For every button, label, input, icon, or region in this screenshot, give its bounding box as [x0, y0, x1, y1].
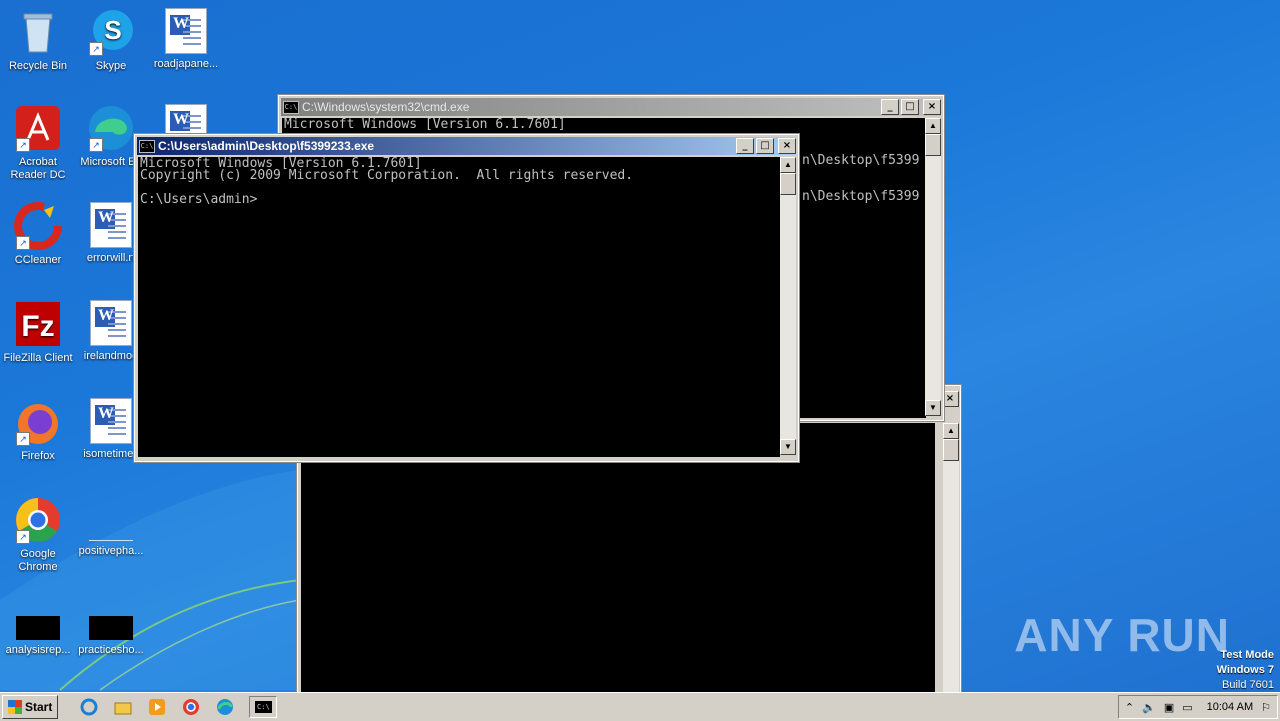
edge-icon: ↗: [87, 104, 135, 152]
scroll-thumb[interactable]: [925, 134, 941, 156]
skype-icon: S ↗: [87, 8, 135, 56]
network-icon[interactable]: ▣: [1164, 701, 1174, 714]
scroll-up-icon[interactable]: ▲: [925, 118, 941, 134]
clock[interactable]: 10:04 AM: [1207, 701, 1253, 713]
power-icon[interactable]: ▭: [1182, 701, 1192, 714]
build-line: Build 7601: [1222, 679, 1274, 691]
windows-logo-icon: [8, 700, 22, 714]
word-document-icon: [90, 300, 132, 346]
desktop-icon-firefox[interactable]: ↗ Firefox: [0, 398, 76, 463]
desktop-icon-chrome[interactable]: ↗ Google Chrome: [0, 496, 76, 574]
cmd-window-front[interactable]: C:\ C:\Users\admin\Desktop\f5399233.exe …: [133, 133, 800, 463]
anyrun-watermark: ANY RUN: [1014, 609, 1230, 661]
window-title: C:\Users\admin\Desktop\f5399233.exe: [158, 139, 375, 153]
word-document-icon: [90, 398, 132, 444]
ccleaner-icon: ↗: [14, 202, 62, 250]
console-output-3: [301, 423, 935, 695]
titlebar[interactable]: C:\ C:\Windows\system32\cmd.exe _ □ ×: [281, 98, 941, 116]
start-button[interactable]: Start: [2, 695, 59, 719]
cmd-icon[interactable]: C:\: [249, 696, 278, 718]
minimize-button[interactable]: _: [736, 138, 754, 154]
scroll-thumb[interactable]: [780, 173, 796, 195]
desktop-icon-acrobat[interactable]: ↗ Acrobat Reader DC: [0, 104, 76, 182]
word-document-icon: [165, 8, 207, 54]
close-button[interactable]: ×: [778, 138, 796, 154]
scrollbar-3[interactable]: ▲: [943, 423, 959, 693]
media-player-icon[interactable]: [147, 697, 167, 717]
word-document-icon: [90, 202, 132, 248]
scroll-down-icon[interactable]: ▼: [780, 439, 796, 455]
taskbar: Start C:\ ⌃ 🔈 ▣ ▭ 10:04 AM ⚐: [0, 692, 1280, 721]
desktop-icon-positivepha[interactable]: positivepha...: [73, 496, 149, 558]
ie-icon[interactable]: [79, 697, 99, 717]
chrome-icon: ↗: [14, 496, 62, 544]
os-name-line: Windows 7: [1216, 664, 1274, 676]
minimize-button[interactable]: _: [881, 99, 899, 115]
scrollbar[interactable]: ▲ ▼: [780, 157, 796, 455]
test-mode-line: Test Mode: [1220, 649, 1274, 661]
console-line: Microsoft Windows [Version 6.1.7601]: [284, 118, 566, 132]
console-output[interactable]: Microsoft Windows [Version 6.1.7601] Copy…: [138, 157, 780, 457]
black-file-icon: [16, 616, 60, 640]
desktop-icon-filezilla[interactable]: Fz FileZilla Client: [0, 300, 76, 365]
maximize-button[interactable]: □: [901, 99, 919, 115]
svg-text:S: S: [104, 15, 121, 45]
recycle-bin-icon: [14, 8, 62, 56]
desktop-icon-ccleaner[interactable]: ↗ CCleaner: [0, 202, 76, 267]
cmd-icon: C:\: [139, 139, 155, 153]
scrollbar[interactable]: ▲ ▼: [925, 118, 941, 416]
svg-text:Fz: Fz: [21, 310, 54, 343]
black-file-icon: [89, 616, 133, 640]
test-mode-notice: Test Mode Windows 7 Build 7601: [1217, 648, 1274, 693]
cmd-icon: C:\: [283, 100, 299, 114]
edge-icon[interactable]: [215, 697, 235, 717]
start-label: Start: [25, 700, 53, 714]
system-tray: ⌃ 🔈 ▣ ▭ 10:04 AM ⚐: [1117, 695, 1278, 719]
filezilla-icon: Fz: [14, 300, 62, 348]
desktop-icon-practicesho[interactable]: practicesho...: [73, 600, 149, 657]
desktop-icon-analysisrep[interactable]: analysisrep...: [0, 600, 76, 657]
desktop-icon-recycle-bin[interactable]: Recycle Bin: [0, 8, 76, 73]
desktop-icon-roadjapane[interactable]: roadjapane...: [148, 8, 224, 71]
maximize-button[interactable]: □: [756, 138, 774, 154]
scroll-up-icon[interactable]: ▲: [943, 423, 959, 439]
console-line: Copyright (c) 2009 Microsoft Corporation…: [140, 168, 634, 183]
show-hidden-icons-icon[interactable]: ⌃: [1125, 701, 1134, 714]
blank-file-icon: [89, 496, 133, 541]
scroll-up-icon[interactable]: ▲: [780, 157, 796, 173]
chrome-icon[interactable]: [181, 697, 201, 717]
titlebar[interactable]: C:\ C:\Users\admin\Desktop\f5399233.exe …: [137, 137, 796, 155]
window-title: C:\Windows\system32\cmd.exe: [302, 100, 470, 114]
action-center-flag-icon[interactable]: ⚐: [1261, 701, 1271, 714]
scroll-thumb[interactable]: [943, 439, 959, 461]
close-button[interactable]: ×: [923, 99, 941, 115]
firefox-icon: ↗: [14, 398, 62, 446]
acrobat-icon: ↗: [14, 104, 62, 152]
console-line: C:\Users\admin>: [140, 192, 258, 207]
desktop-icon-skype[interactable]: S ↗ Skype: [73, 8, 149, 73]
speaker-icon[interactable]: 🔈: [1142, 701, 1156, 714]
explorer-icon[interactable]: [113, 697, 133, 717]
scroll-down-icon[interactable]: ▼: [925, 400, 941, 416]
